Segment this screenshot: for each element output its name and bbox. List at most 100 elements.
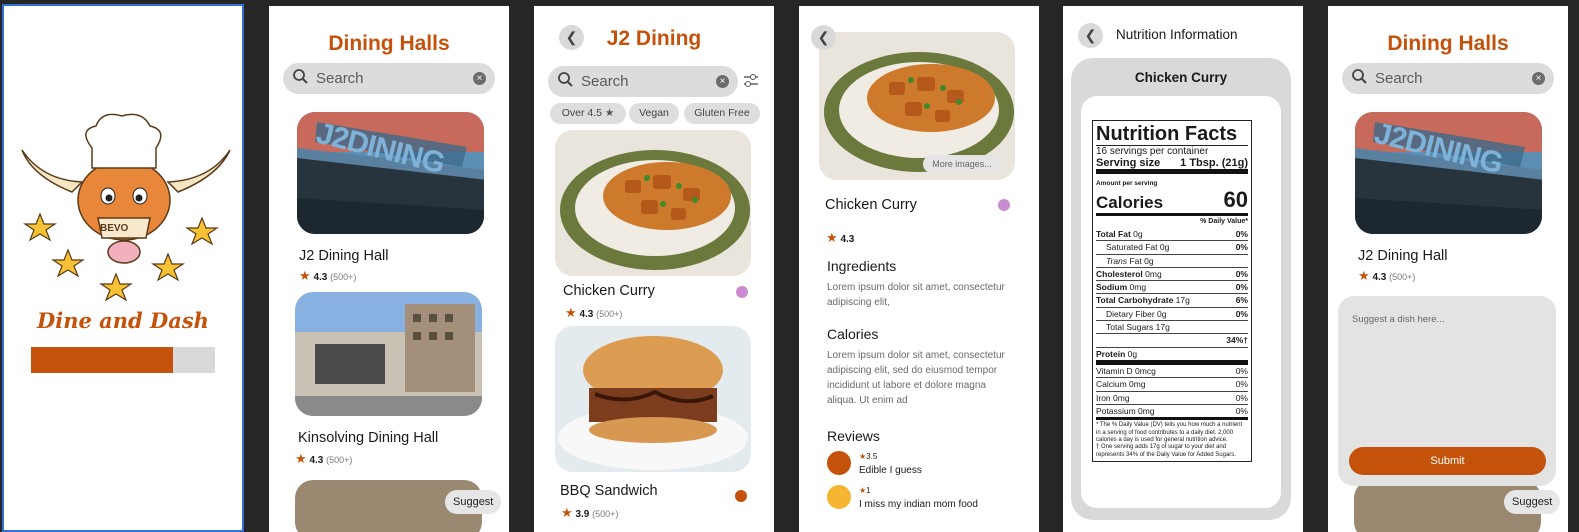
suggest-button[interactable]: Suggest [1504, 490, 1561, 514]
clear-icon[interactable]: × [1532, 72, 1545, 85]
nutrient-label: Total Fat 0g [1096, 228, 1143, 240]
hall-name-kinsolving[interactable]: Kinsolving Dining Hall [298, 430, 438, 446]
dish-name-chicken-curry[interactable]: Chicken Curry [563, 283, 655, 299]
nutrient-daily-value: 0% [1235, 308, 1248, 319]
more-images-button[interactable]: More images... [923, 155, 1001, 173]
nutrient-name: Trans [1106, 255, 1128, 266]
star-icon: ★ [1358, 268, 1370, 283]
nutrient-name: Protein [1096, 348, 1126, 359]
loading-progress-bar [31, 347, 215, 373]
rating-count: (500+) [596, 309, 623, 319]
nutrient-row: Dietary Fiber 0g 0% [1096, 306, 1248, 320]
splash-screen: BEVO Dine and Dash [2, 4, 244, 532]
nutrient-amount: 0g [1133, 229, 1143, 239]
vitamin-row: Calcium 0mg 0% [1096, 377, 1248, 390]
search-input[interactable]: Search × [1342, 63, 1554, 94]
star-icon: ★ [561, 505, 573, 520]
hall-image-kinsolving[interactable] [295, 292, 482, 416]
dish-image-bbq-sandwich[interactable] [555, 326, 751, 472]
nutrient-name: Total Carbohydrate [1096, 295, 1174, 306]
calories-label: Calories [1096, 193, 1164, 212]
page-title: Nutrition Information [1116, 27, 1238, 42]
footnote-sugar: † One serving adds 17g of sugar to your … [1096, 444, 1236, 458]
nutrient-label: Dietary Fiber 0g [1106, 308, 1167, 320]
nutrient-name: Sodium [1096, 282, 1128, 293]
search-placeholder: Search [1375, 70, 1423, 87]
nutrient-daily-value: 0% [1235, 268, 1248, 279]
vegetarian-badge-icon [736, 286, 748, 298]
vitamin-daily-value: 0% [1235, 392, 1248, 403]
reviewer-avatar [827, 485, 851, 509]
nutrient-row: Trans Fat 0g [1096, 253, 1248, 267]
review-text: Edible I guess [859, 465, 922, 476]
nutrient-row: Sodium 0mg 0% [1096, 280, 1248, 293]
nutrient-amount: 0g [1157, 308, 1167, 319]
vitamin-row: Potassium 0mg 0% [1096, 403, 1248, 417]
search-input[interactable]: Search × [283, 63, 495, 94]
vitamin-daily-value: 0% [1235, 405, 1248, 416]
vitamin-daily-value: 0% [1235, 365, 1248, 376]
chevron-left-icon: ❮ [1084, 27, 1097, 43]
suggest-button[interactable]: Suggest [445, 490, 502, 514]
nutrient-name: Saturated Fat [1106, 242, 1158, 253]
rating-count: (500+) [330, 272, 357, 282]
logo-text: BEVO [100, 223, 129, 234]
dish-detail-screen: ❮ More images... Chicken Curry ★ 4.3 Ing… [799, 6, 1039, 532]
nutrient-amount: 0mg [1145, 268, 1162, 279]
submit-button[interactable]: Submit [1349, 447, 1546, 475]
hall-image-j2[interactable]: J2DINING [1355, 112, 1542, 234]
nutrient-label: Cholesterol 0mg [1096, 268, 1162, 280]
filter-icon[interactable] [743, 74, 759, 88]
back-button[interactable]: ❮ [811, 25, 836, 50]
hall-name-j2[interactable]: J2 Dining Hall [1358, 248, 1447, 264]
nutrient-row: 34%† [1096, 333, 1248, 346]
rating-count: (500+) [1389, 272, 1416, 282]
vitamin-rows: Vitamin D 0mcg 0% Calcium 0mg 0% Iron 0mg 0% P… [1096, 359, 1248, 417]
nutrition-dish-name: Chicken Curry [1134, 70, 1228, 85]
reviewer-avatar [827, 451, 851, 475]
hall-image-j2[interactable]: J2DINING [297, 112, 484, 234]
clear-icon[interactable]: × [716, 75, 729, 88]
vitamin-row: Iron 0mg 0% [1096, 390, 1248, 404]
rating-kinsolving: ★ 4.3 (500+) [295, 451, 352, 467]
review-stars-value: 3.5 [866, 452, 878, 461]
star-icon: ★ [565, 305, 577, 320]
vitamin-daily-value: 0% [1235, 379, 1248, 390]
search-placeholder: Search [316, 70, 364, 87]
footnote-dv: * The % Daily Value (DV) tells you how m… [1096, 417, 1248, 444]
dish-image-chicken-curry[interactable] [555, 130, 751, 276]
nutrient-name: Total Fat [1096, 229, 1131, 239]
rating-value: 4.3 [579, 309, 594, 320]
search-input[interactable]: Search × [548, 66, 738, 97]
dish-name-bbq-sandwich[interactable]: BBQ Sandwich [560, 483, 658, 499]
meat-badge-icon [735, 490, 747, 502]
filter-chip-gluten-free[interactable]: Gluten Free [684, 103, 760, 124]
vitamin-label: Iron 0mg [1096, 392, 1130, 403]
chicken-curry-photo [555, 130, 751, 276]
nutrient-label: Sodium 0mg [1096, 281, 1146, 293]
calories-heading: Calories [827, 326, 879, 342]
filter-chip-over-4-5[interactable]: Over 4.5 ★ [550, 103, 626, 124]
nutrient-label: Total Carbohydrate 17g [1096, 294, 1190, 306]
vitamin-row: Vitamin D 0mcg 0% [1096, 365, 1248, 377]
nutrient-name: Dietary Fiber [1106, 308, 1155, 319]
back-button[interactable]: ❮ [1078, 23, 1103, 48]
rating-value: 4.3 [840, 234, 855, 245]
calories-text: Lorem ipsum dolor sit amet, consectetur … [827, 350, 1005, 406]
bbq-sandwich-photo [555, 326, 751, 472]
hall-name-j2[interactable]: J2 Dining Hall [299, 248, 388, 264]
search-icon [558, 72, 573, 87]
page-title: Dining Halls [328, 32, 450, 55]
nutrient-label: Protein 0g [1096, 348, 1137, 360]
dish-rating: ★ 4.3 [826, 230, 854, 246]
kinsolving-building-photo [295, 292, 482, 416]
nutrient-name: Total Sugars [1106, 322, 1154, 333]
nutrient-amount: 0g [1159, 242, 1170, 253]
j2-dining-screen: ❮ J2 Dining Search × Over 4.5 ★ Vegan Gl… [534, 6, 774, 532]
nutrient-label: Total Sugars 17g [1106, 321, 1170, 333]
star-icon: ★ [826, 230, 838, 245]
filter-chip-vegan[interactable]: Vegan [629, 103, 679, 124]
suggest-dish-input[interactable]: Suggest a dish here... [1352, 314, 1444, 325]
nutrient-label: Saturated Fat 0g [1106, 241, 1169, 253]
clear-icon[interactable]: × [473, 72, 486, 85]
